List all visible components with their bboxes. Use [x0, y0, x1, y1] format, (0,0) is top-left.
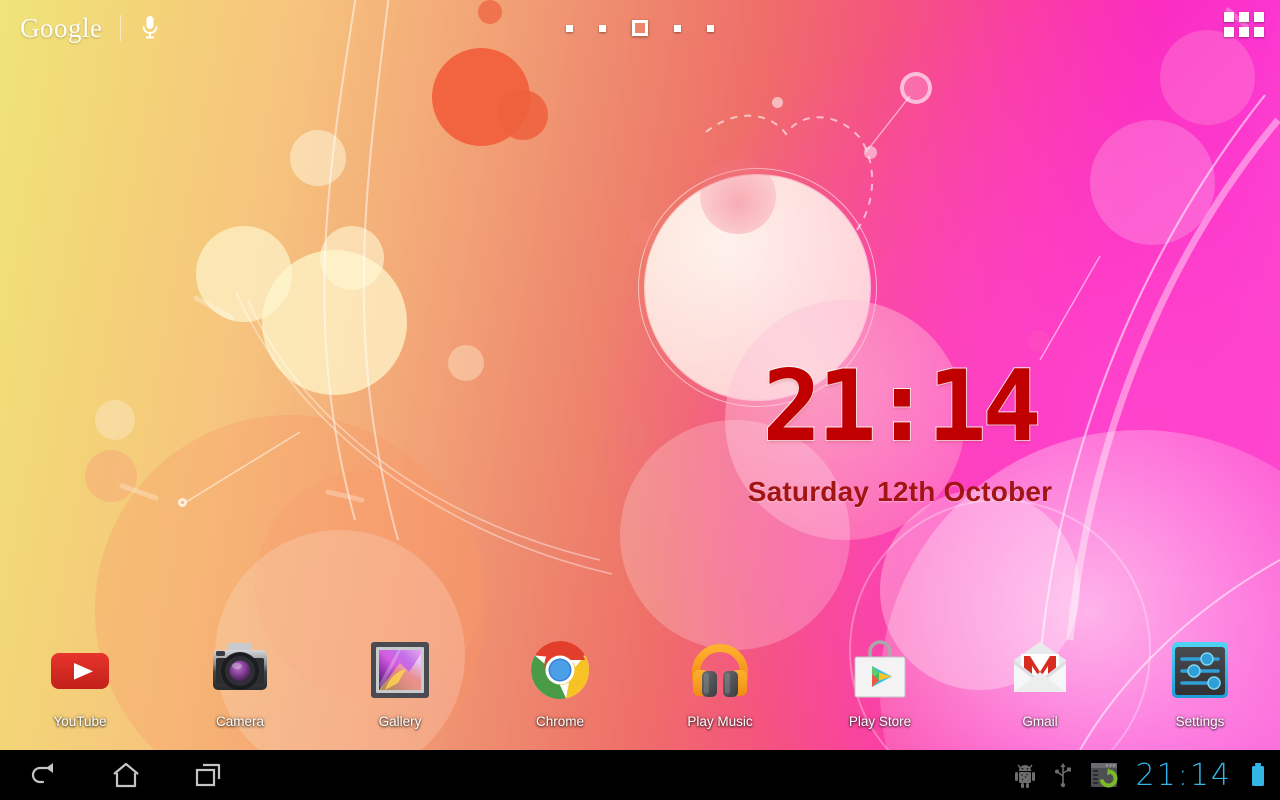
battery-full-icon[interactable] [1250, 762, 1266, 788]
sync-icon [1090, 763, 1118, 788]
app-settings[interactable]: Settings [1120, 638, 1280, 729]
app-gmail[interactable]: Gmail [960, 638, 1120, 729]
app-label: Chrome [535, 714, 584, 729]
app-label: Settings [1175, 714, 1225, 729]
page-indicator [0, 20, 1280, 36]
apps-grid-cell [1254, 12, 1264, 22]
app-label: YouTube [53, 714, 107, 729]
clock-time: 21:14 [761, 350, 1042, 464]
chrome-icon [528, 638, 592, 702]
apps-grid-cell [1254, 27, 1264, 37]
apps-grid-cell [1239, 27, 1249, 37]
home-icon [113, 762, 139, 788]
app-play-music[interactable]: Play Music [640, 638, 800, 729]
camera-icon [208, 638, 272, 702]
app-label: Play Music [687, 714, 753, 729]
app-label: Gallery [378, 714, 422, 729]
page-dot-2[interactable] [599, 24, 606, 32]
clock-date: Saturday 12th October [747, 476, 1053, 507]
system-navigation-bar: 21:14 [0, 750, 1280, 800]
clock-widget[interactable]: 21:14 Saturday 12th October [700, 350, 1100, 508]
app-dock: YouTube Camera Gallery Chrome Play Music… [0, 638, 1280, 742]
usb-icon [1054, 763, 1071, 788]
youtube-icon [48, 638, 112, 702]
apps-grid-icon[interactable] [1224, 12, 1264, 37]
back-button[interactable] [22, 755, 66, 795]
nav-buttons [0, 755, 230, 795]
page-dot-3-current[interactable] [632, 20, 648, 36]
gmail-icon [1008, 638, 1072, 702]
apps-grid-cell [1239, 12, 1249, 22]
home-button[interactable] [104, 755, 148, 795]
back-arrow-icon [31, 763, 54, 784]
page-dot-4[interactable] [674, 24, 681, 32]
play-store-icon [848, 638, 912, 702]
status-bar[interactable]: 21:14 [1014, 758, 1280, 793]
android-homescreen: Google 21:14 Saturday 12th October YouTu… [0, 0, 1280, 800]
app-label: Play Store [848, 714, 912, 729]
app-gallery[interactable]: Gallery [320, 638, 480, 729]
app-label: Gmail [1022, 714, 1058, 729]
app-play-store[interactable]: Play Store [800, 638, 960, 729]
app-label: Camera [215, 714, 264, 729]
gallery-icon [368, 638, 432, 702]
app-chrome[interactable]: Chrome [480, 638, 640, 729]
page-dot-5[interactable] [707, 24, 714, 32]
android-debug-icon [1014, 764, 1035, 788]
recent-apps-button[interactable] [186, 755, 230, 795]
app-camera[interactable]: Camera [160, 638, 320, 729]
recents-icon [195, 763, 221, 787]
status-bar-clock[interactable]: 21:14 [1136, 758, 1232, 793]
apps-grid-cell [1224, 27, 1234, 37]
apps-grid-cell [1224, 12, 1234, 22]
settings-icon [1168, 638, 1232, 702]
app-youtube[interactable]: YouTube [0, 638, 160, 729]
play-music-icon [688, 638, 752, 702]
page-dot-1[interactable] [566, 24, 573, 32]
